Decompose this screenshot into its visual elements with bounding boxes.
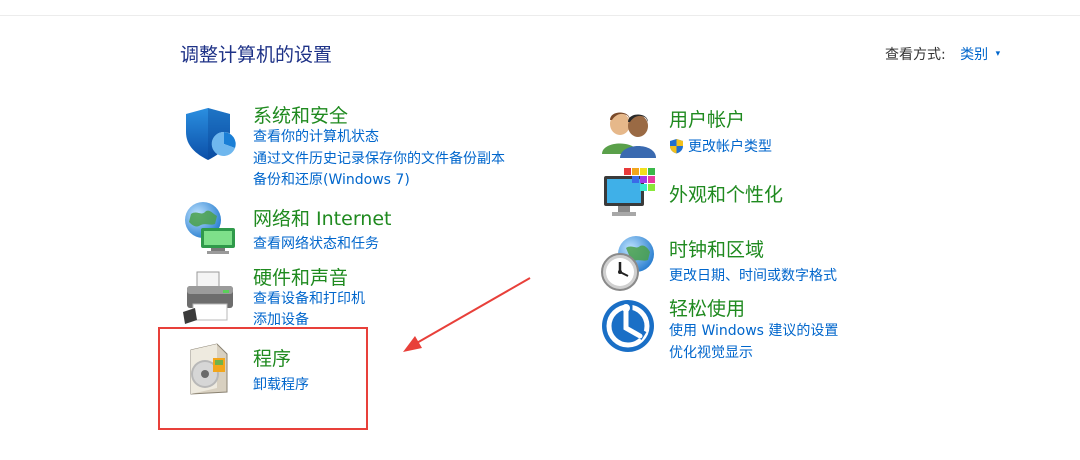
link-view-devices-printers[interactable]: 查看设备和打印机 [253, 288, 365, 308]
ease-of-access-icon[interactable] [600, 298, 658, 356]
link-add-device[interactable]: 添加设备 [253, 309, 309, 329]
category-title-hardware-sound[interactable]: 硬件和声音 [253, 263, 348, 290]
link-view-network-status[interactable]: 查看网络状态和任务 [253, 233, 379, 253]
chevron-down-icon[interactable]: ▾ [996, 49, 1001, 59]
category-title-appearance[interactable]: 外观和个性化 [669, 180, 783, 207]
annotation-highlight-box [158, 327, 368, 430]
printer-icon[interactable] [181, 268, 239, 326]
annotation-arrow-icon [403, 277, 531, 352]
link-use-windows-settings[interactable]: 使用 Windows 建议的设置 [669, 320, 838, 340]
category-title-clock-region[interactable]: 时钟和区域 [669, 235, 764, 262]
category-title-ease-access[interactable]: 轻松使用 [669, 294, 745, 321]
link-backup-restore[interactable]: 备份和还原(Windows 7) [253, 169, 410, 189]
link-change-account-type-text: 更改帐户类型 [688, 139, 772, 155]
network-globe-icon[interactable] [181, 198, 239, 256]
view-mode-selector: 查看方式: 类别 ▾ [885, 44, 1000, 64]
link-optimize-visual-display[interactable]: 优化视觉显示 [669, 342, 753, 362]
category-title-user-accounts[interactable]: 用户帐户 [669, 105, 745, 132]
view-mode-label: 查看方式: [885, 47, 946, 63]
view-mode-dropdown[interactable]: 类别 [960, 47, 988, 63]
category-title-network[interactable]: 网络和 Internet [253, 204, 391, 231]
shield-icon[interactable] [182, 104, 240, 162]
link-file-history-backup[interactable]: 通过文件历史记录保存你的文件备份副本 [253, 148, 505, 168]
clock-globe-icon[interactable] [600, 234, 658, 292]
uac-shield-icon [669, 138, 684, 154]
users-icon[interactable] [600, 102, 658, 160]
link-change-date-time-format[interactable]: 更改日期、时间或数字格式 [669, 265, 837, 285]
category-title-system-security[interactable]: 系统和安全 [253, 101, 348, 128]
link-change-account-type[interactable]: 更改帐户类型 [669, 136, 772, 156]
top-divider [0, 15, 1080, 16]
monitor-palette-icon[interactable] [600, 166, 658, 224]
page-title: 调整计算机的设置 [180, 44, 333, 66]
link-view-computer-status[interactable]: 查看你的计算机状态 [253, 126, 379, 146]
